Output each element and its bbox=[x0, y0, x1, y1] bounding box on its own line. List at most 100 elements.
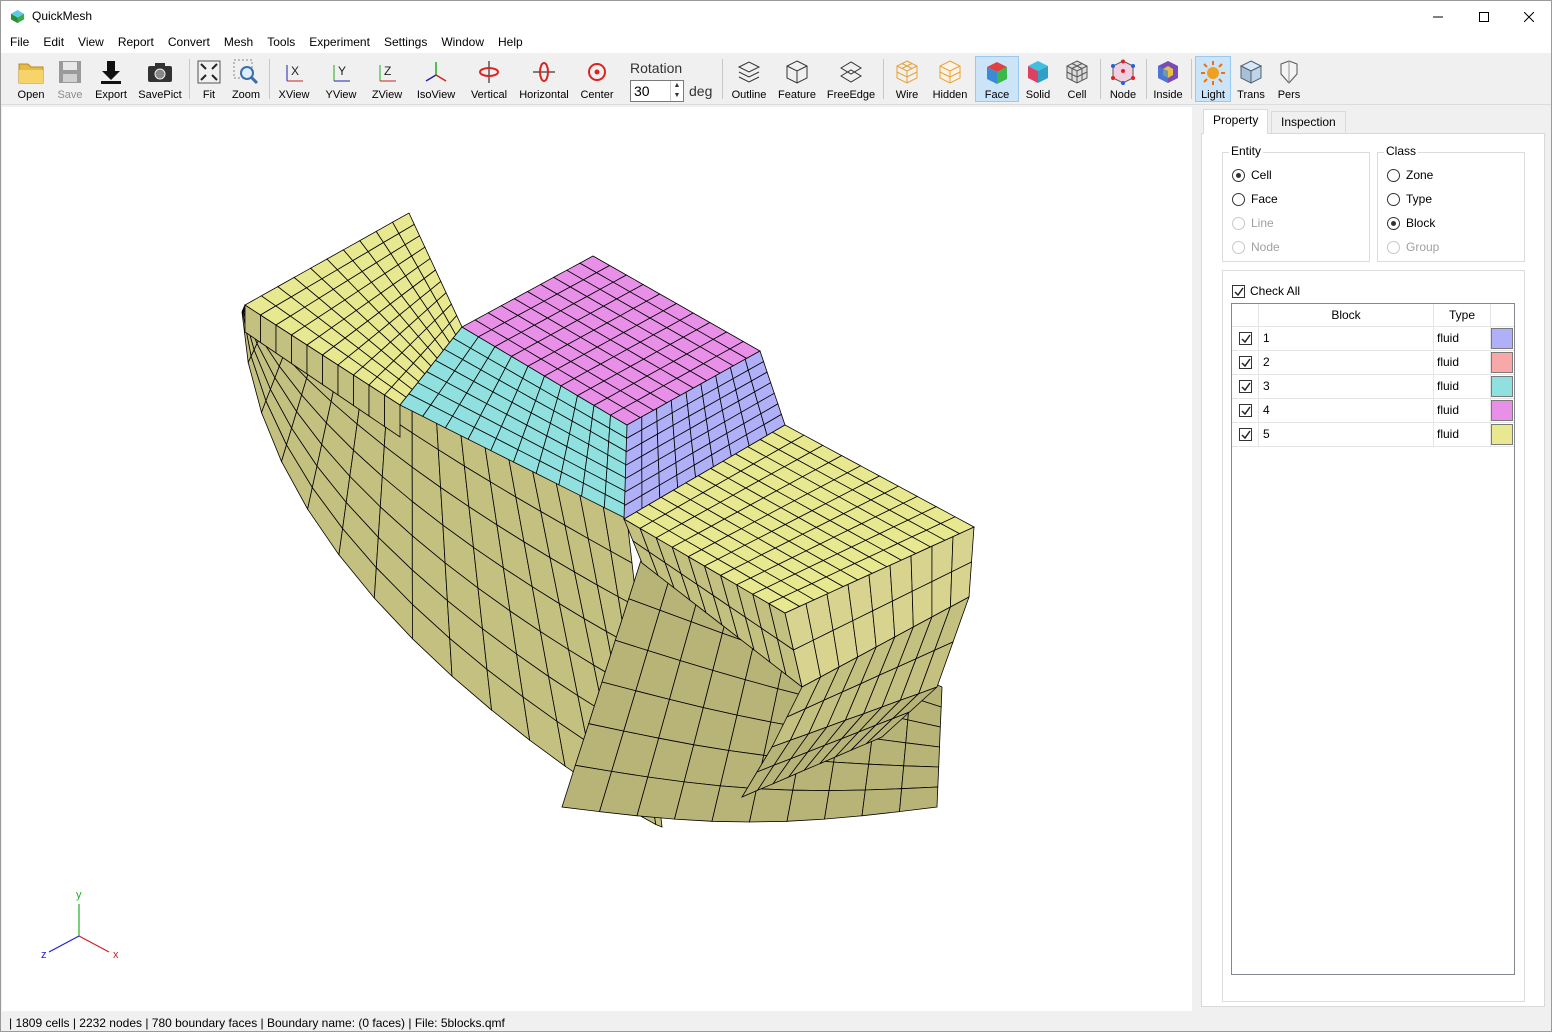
export-button[interactable]: Export bbox=[91, 56, 131, 102]
radio-icon bbox=[1387, 240, 1400, 254]
table-row[interactable]: 5 fluid bbox=[1232, 423, 1514, 447]
radio-icon bbox=[1232, 216, 1245, 230]
row-checkbox-checked-icon[interactable] bbox=[1238, 332, 1252, 345]
menu-tools[interactable]: Tools bbox=[260, 32, 302, 53]
maximize-button[interactable] bbox=[1461, 1, 1507, 32]
save-button[interactable]: Save bbox=[53, 56, 87, 102]
x-axis-line bbox=[78, 935, 110, 953]
mesh-render[interactable]: y z x bbox=[2, 107, 1192, 1011]
block-table: Block Type 1 fluid 2 fluid 3 fluid 4 fluid 5 flui… bbox=[1231, 303, 1515, 975]
tab-property[interactable]: Property bbox=[1203, 109, 1269, 134]
entity-radio-face[interactable]: Face bbox=[1232, 192, 1278, 206]
row-checkbox-checked-icon[interactable] bbox=[1238, 428, 1252, 441]
zoom-button[interactable]: Zoom bbox=[229, 56, 263, 102]
node-button[interactable]: Node bbox=[1105, 56, 1141, 102]
yview-button[interactable]: Y YView bbox=[321, 56, 361, 102]
horizontal-rotation-icon bbox=[533, 62, 555, 82]
block-color-swatch[interactable] bbox=[1491, 352, 1513, 373]
z-axis-view-icon: Z bbox=[379, 64, 396, 82]
rotation-unit: deg bbox=[689, 83, 713, 99]
status-bar: | 1809 cells | 2232 nodes | 780 boundary… bbox=[1, 1013, 1551, 1031]
menu-edit[interactable]: Edit bbox=[36, 32, 71, 53]
mesh-cell bbox=[868, 737, 907, 767]
minimize-button[interactable] bbox=[1415, 1, 1461, 32]
block-color-swatch[interactable] bbox=[1491, 328, 1513, 349]
row-checkbox-checked-icon[interactable] bbox=[1238, 404, 1252, 417]
block-color-swatch[interactable] bbox=[1491, 400, 1513, 421]
vertical-rotate-button[interactable]: Vertical bbox=[467, 56, 511, 102]
class-radio-block[interactable]: Block bbox=[1387, 216, 1435, 230]
x-axis-view-icon: X bbox=[286, 64, 303, 82]
entity-title: Entity bbox=[1229, 144, 1264, 158]
x-axis-label: x bbox=[113, 949, 119, 961]
freeedge-button[interactable]: FreeEdge bbox=[825, 56, 877, 102]
horizontal-rotate-button[interactable]: Horizontal bbox=[517, 56, 571, 102]
menu-view[interactable]: View bbox=[71, 32, 111, 53]
pers-button[interactable]: Pers bbox=[1273, 56, 1305, 102]
solid-cube-icon bbox=[1028, 61, 1048, 83]
toolbar-separator bbox=[722, 59, 723, 99]
menu-report[interactable]: Report bbox=[111, 32, 161, 53]
rotation-value[interactable]: 30 bbox=[634, 83, 650, 99]
class-radio-type[interactable]: Type bbox=[1387, 192, 1432, 206]
block-cell: 5 bbox=[1259, 423, 1434, 446]
toolbar-separator bbox=[883, 59, 884, 99]
hidden-button[interactable]: Hidden bbox=[929, 56, 971, 102]
row-checkbox-checked-icon[interactable] bbox=[1238, 356, 1252, 369]
mesh-cell bbox=[903, 742, 940, 768]
node-points-icon bbox=[1111, 59, 1135, 85]
checkbox-checked-icon[interactable] bbox=[1232, 284, 1245, 298]
wire-button[interactable]: Wire bbox=[889, 56, 925, 102]
savepict-button[interactable]: SavePict bbox=[137, 56, 183, 102]
close-button[interactable] bbox=[1506, 1, 1551, 32]
check-all[interactable]: Check All bbox=[1232, 284, 1300, 298]
mesh-cell bbox=[864, 763, 905, 791]
wireframe-cube-icon bbox=[896, 60, 918, 84]
menu-file[interactable]: File bbox=[3, 32, 36, 53]
z-axis-line bbox=[48, 935, 80, 953]
block-color-swatch[interactable] bbox=[1491, 424, 1513, 445]
table-row[interactable]: 3 fluid bbox=[1232, 375, 1514, 399]
menu-convert[interactable]: Convert bbox=[161, 32, 217, 53]
face-button[interactable]: Face bbox=[975, 56, 1019, 102]
class-radio-zone[interactable]: Zone bbox=[1387, 168, 1433, 182]
menu-mesh[interactable]: Mesh bbox=[217, 32, 260, 53]
header-block[interactable]: Block bbox=[1259, 304, 1434, 327]
fit-button[interactable]: Fit bbox=[194, 56, 224, 102]
block-cell: 4 bbox=[1259, 399, 1434, 422]
trans-button[interactable]: Trans bbox=[1235, 56, 1267, 102]
block-cell: 1 bbox=[1259, 327, 1434, 350]
stepper-down-icon[interactable]: ▼ bbox=[671, 91, 683, 101]
solid-button[interactable]: Solid bbox=[1021, 56, 1055, 102]
header-type[interactable]: Type bbox=[1434, 304, 1491, 327]
inside-button[interactable]: Inside bbox=[1151, 56, 1185, 102]
menu-help[interactable]: Help bbox=[491, 32, 530, 53]
isoview-button[interactable]: IsoView bbox=[413, 56, 459, 102]
light-button[interactable]: Light bbox=[1195, 56, 1231, 102]
center-rotate-button[interactable]: Center bbox=[577, 56, 617, 102]
cell-button[interactable]: Cell bbox=[1061, 56, 1093, 102]
fit-expand-icon bbox=[197, 60, 221, 84]
block-color-swatch[interactable] bbox=[1491, 376, 1513, 397]
xview-button[interactable]: X XView bbox=[275, 56, 313, 102]
menu-settings[interactable]: Settings bbox=[377, 32, 434, 53]
rotation-stepper[interactable]: 30 ▲ ▼ bbox=[630, 80, 684, 102]
zview-button[interactable]: Z ZView bbox=[367, 56, 407, 102]
open-button[interactable]: Open bbox=[13, 56, 49, 102]
type-cell: fluid bbox=[1434, 423, 1491, 446]
outline-button[interactable]: Outline bbox=[729, 56, 769, 102]
stepper-up-icon[interactable]: ▲ bbox=[671, 81, 683, 91]
entity-radio-cell[interactable]: Cell bbox=[1232, 168, 1272, 182]
feature-button[interactable]: Feature bbox=[775, 56, 819, 102]
table-row[interactable]: 1 fluid bbox=[1232, 327, 1514, 351]
tab-inspection[interactable]: Inspection bbox=[1271, 111, 1346, 133]
table-row[interactable]: 4 fluid bbox=[1232, 399, 1514, 423]
table-row[interactable]: 2 fluid bbox=[1232, 351, 1514, 375]
y-axis-label: y bbox=[76, 889, 82, 901]
menu-experiment[interactable]: Experiment bbox=[302, 32, 377, 53]
menu-window[interactable]: Window bbox=[434, 32, 491, 53]
row-checkbox-checked-icon[interactable] bbox=[1238, 380, 1252, 393]
axis-triad: y z x bbox=[41, 889, 119, 961]
type-cell: fluid bbox=[1434, 375, 1491, 398]
3d-viewport[interactable]: y z x bbox=[2, 107, 1192, 1011]
